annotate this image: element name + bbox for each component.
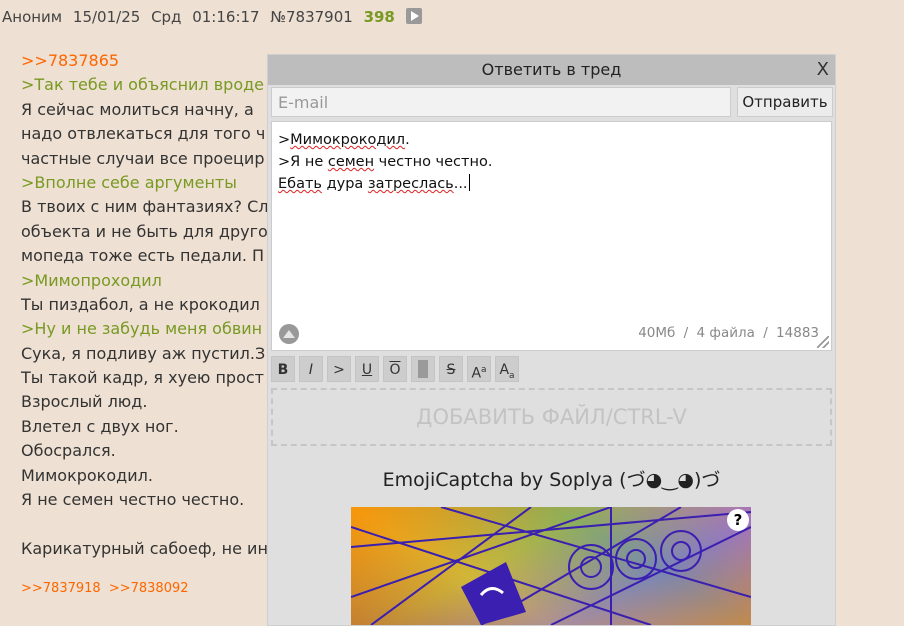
help-icon[interactable]: ? [727, 509, 749, 531]
message-word: семен [327, 154, 375, 170]
subscript-label: A [499, 362, 510, 378]
text-caret [468, 174, 470, 191]
files-limit: 4 файла [696, 325, 755, 341]
message-line: >Мимокрокодил. [278, 132, 410, 148]
reply-backlink[interactable]: >>7837918 [21, 581, 101, 596]
post-count: 398 [363, 8, 395, 26]
play-icon[interactable] [405, 8, 422, 24]
limit-separator: / [763, 325, 768, 341]
message-word: затреслась [367, 176, 454, 192]
quote-button[interactable]: > [327, 356, 351, 382]
message-line: >Я не семен честно честно. [278, 154, 493, 170]
underline-button[interactable]: U [355, 356, 379, 382]
limit-separator: / [683, 325, 689, 341]
spoiler-icon [418, 360, 428, 378]
submit-button[interactable]: Отправить [737, 87, 833, 117]
message-textarea[interactable]: >Мимокрокодил. >Я не семен честно честно… [271, 121, 832, 351]
resize-handle-icon[interactable] [817, 336, 829, 348]
message-line: Ебать дура затреслась... [278, 174, 470, 192]
message-word: Ебать [278, 176, 322, 192]
size-limit: 40Мб [638, 325, 676, 341]
char-counter: 14883 [776, 325, 819, 341]
captcha-title: EmojiCaptcha by Soplya (づ◕‿◕)づ [382, 469, 721, 491]
email-field[interactable] [271, 87, 731, 117]
superscript-mark: a [481, 365, 487, 375]
post-date: 15/01/25 [72, 8, 141, 26]
form-title: Ответить в тред [481, 60, 622, 79]
reply-form: Ответить в тред X Отправить >Мимокрокоди… [267, 54, 836, 626]
post-number[interactable]: №7837901 [270, 8, 352, 26]
poster-name: Аноним [2, 8, 63, 26]
captcha-noise [351, 507, 751, 625]
form-title-bar[interactable]: Ответить в тред X [268, 55, 835, 85]
subscript-mark: a [509, 370, 515, 381]
close-button[interactable]: X [817, 55, 829, 85]
sage-icon[interactable] [279, 324, 299, 344]
reply-backlink[interactable]: >>7838092 [109, 581, 189, 596]
captcha-image: ? [351, 507, 751, 625]
upload-limits: 40Мб / 4 файла / 14883 [634, 322, 819, 344]
italic-button[interactable]: I [299, 356, 323, 382]
add-file-dropzone[interactable]: ДОБАВИТЬ ФАЙЛ/CTRL-V [271, 388, 832, 446]
overline-button[interactable]: O [383, 356, 407, 382]
post-time: 01:16:17 [192, 8, 260, 26]
post-header: Аноним 15/01/25 Срд 01:16:17 №7837901 39… [2, 8, 428, 26]
email-row: Отправить [271, 87, 833, 117]
post-weekday: Срд [151, 8, 182, 26]
spoiler-button[interactable] [411, 356, 435, 382]
bold-button[interactable]: B [271, 356, 295, 382]
superscript-label: A [471, 365, 482, 382]
markup-toolbar: B I > U O S Aa Aa [271, 356, 523, 382]
strike-button[interactable]: S [439, 356, 463, 382]
post-replies: >>7837918 >>7838092 [21, 581, 193, 596]
subscript-button[interactable]: Aa [495, 356, 519, 382]
message-word: Мимокрокодил [290, 132, 406, 148]
superscript-button[interactable]: Aa [467, 356, 491, 382]
